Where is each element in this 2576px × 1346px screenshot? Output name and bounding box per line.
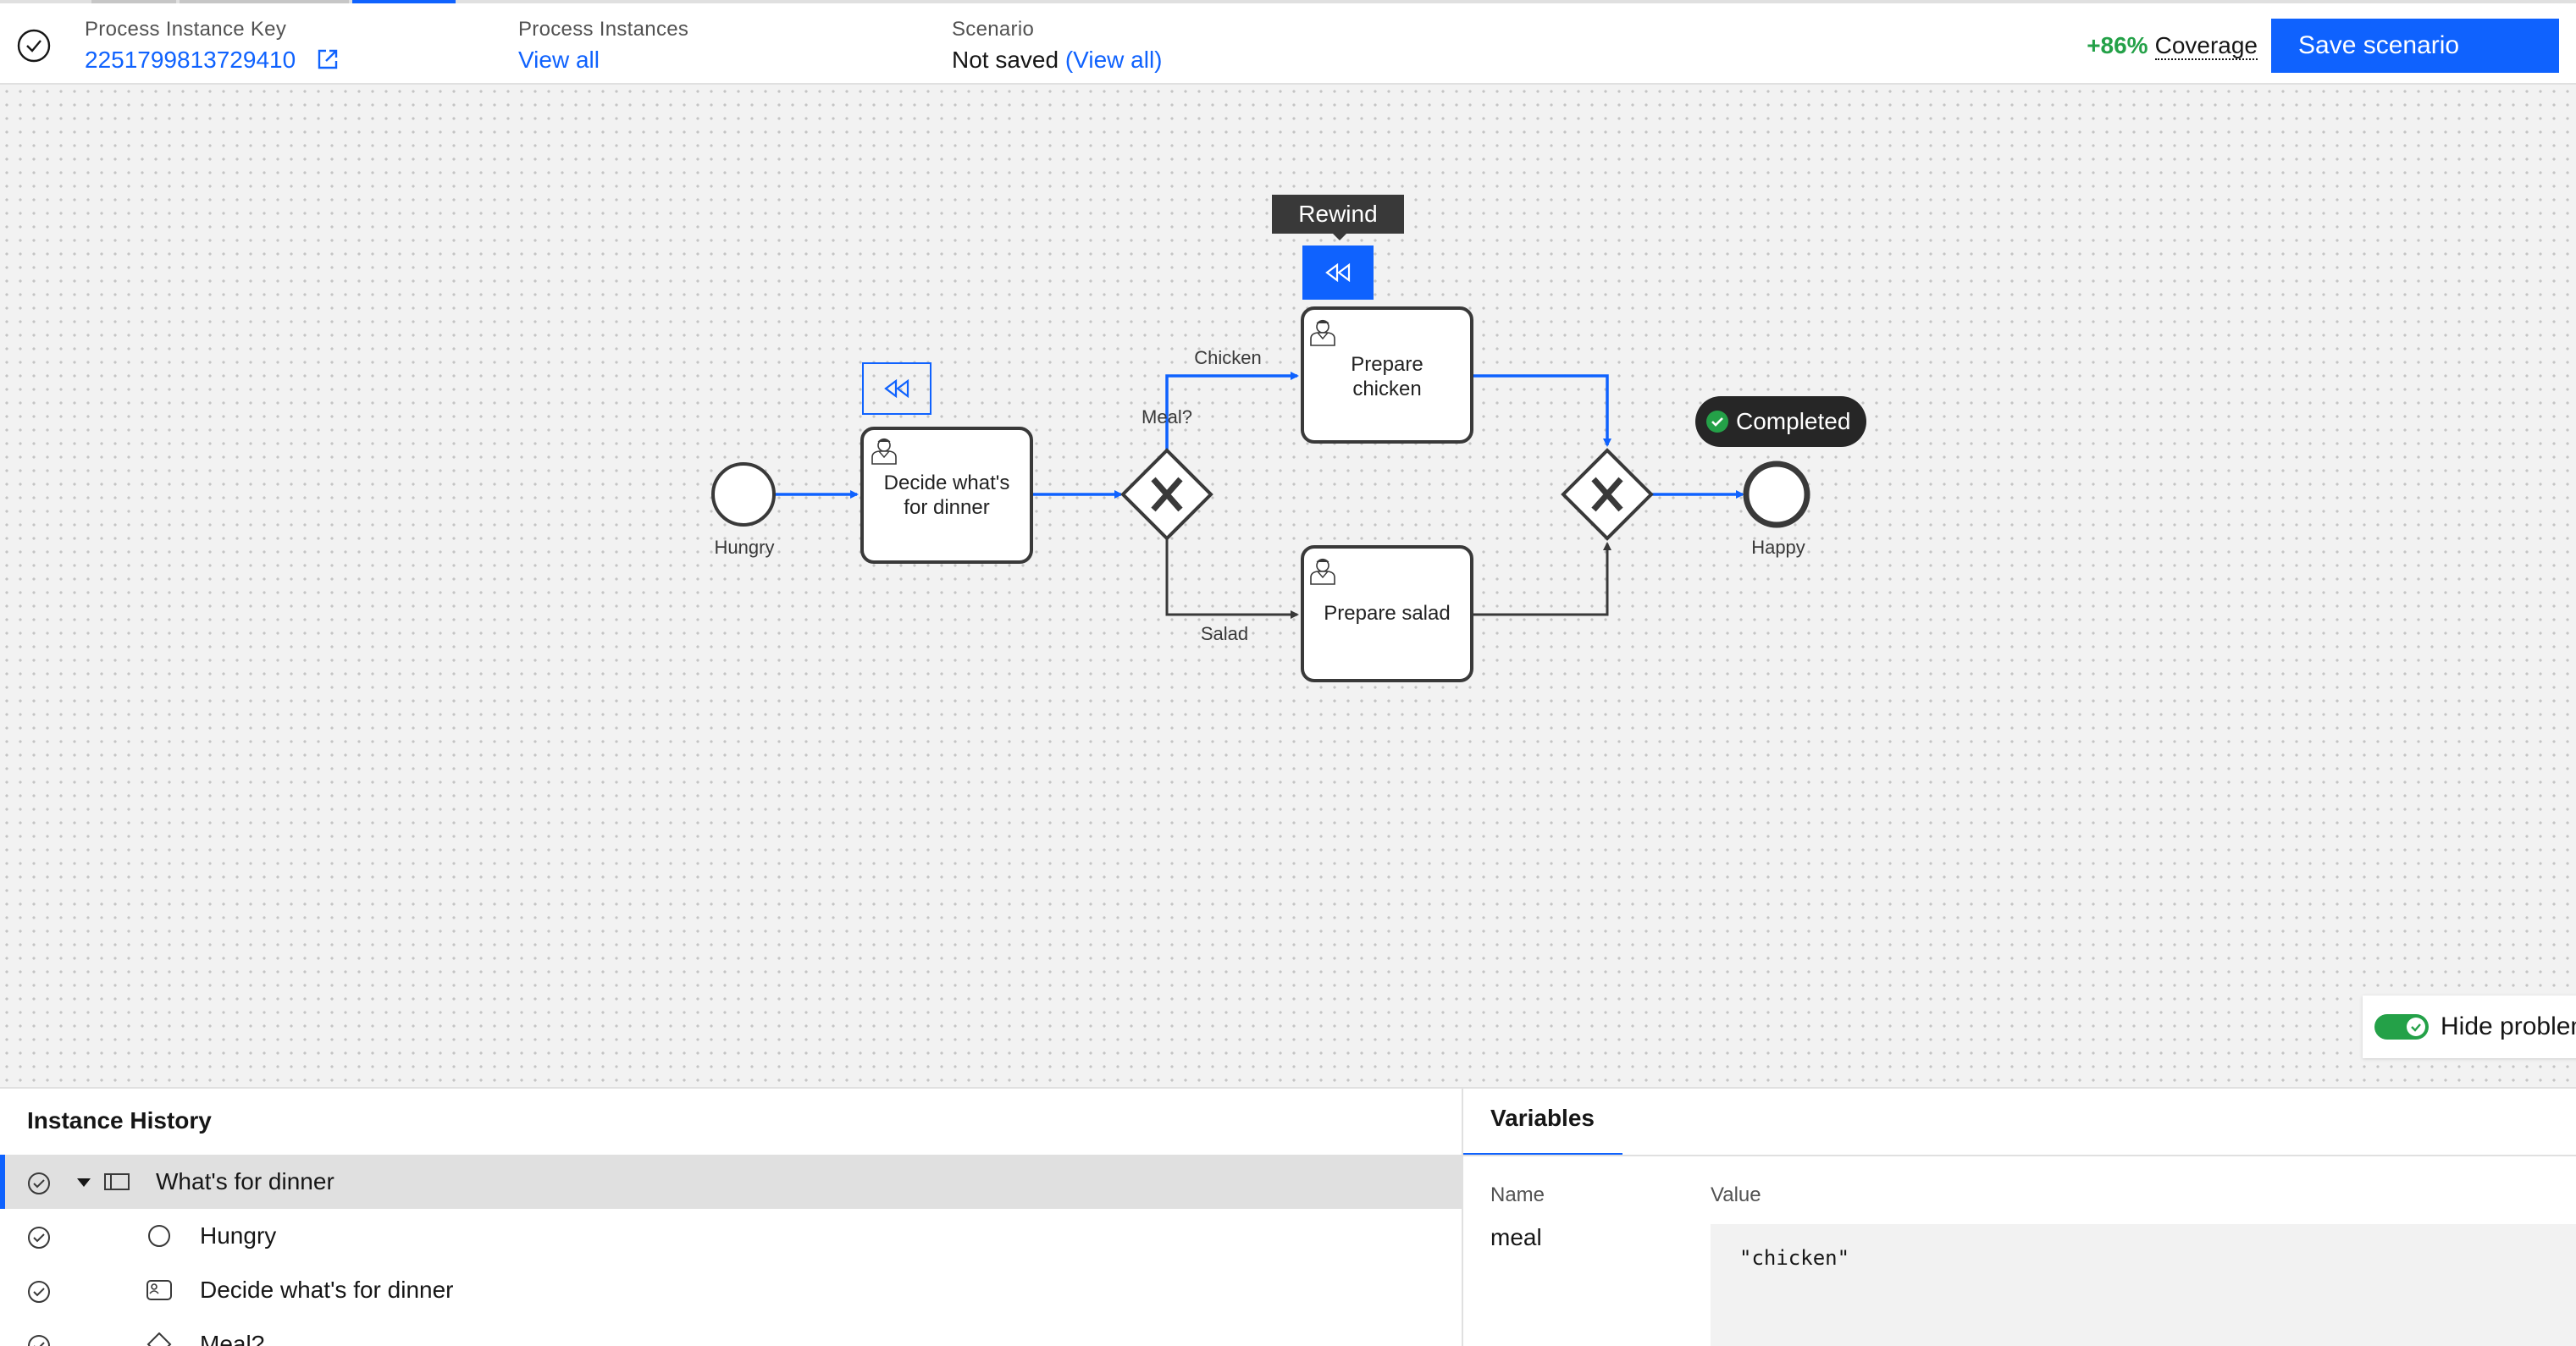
instance-history-panel: Instance History What's for dinner Hungr… xyxy=(0,1089,1463,1346)
instance-key-label: Process Instance Key xyxy=(85,18,287,41)
caret-down-icon[interactable] xyxy=(76,1177,91,1189)
flow-salad-to-join[interactable] xyxy=(1472,542,1611,616)
user-task-icon xyxy=(146,1280,172,1300)
completed-badge-label: Completed xyxy=(1736,408,1851,434)
start-event-label: Hungry xyxy=(715,537,775,558)
variable-name: meal xyxy=(1490,1224,1542,1250)
history-row-label: Hungry xyxy=(200,1222,277,1249)
success-check-icon xyxy=(1706,411,1728,433)
history-row-process[interactable]: What's for dinner xyxy=(0,1155,1462,1209)
history-row-label: What's for dinner xyxy=(156,1168,334,1194)
flow-chicken-label: Chicken xyxy=(1194,347,1261,368)
task-decide-label-line1: Decide what's xyxy=(884,472,1010,494)
hide-problems-label: Hide problems xyxy=(2441,1012,2576,1040)
rewind-button-decide[interactable] xyxy=(862,362,931,415)
start-event-hungry[interactable] xyxy=(711,462,776,527)
toggle-check-icon xyxy=(2411,1023,2421,1032)
rewind-button-chicken[interactable] xyxy=(1302,245,1374,300)
tab-variables[interactable]: Variables xyxy=(1463,1089,1622,1156)
bpmn-canvas[interactable]: Hungry Decide what's for dinner Meal? Ch… xyxy=(0,85,2576,1087)
completed-badge: Completed xyxy=(1695,396,1866,447)
rewind-icon xyxy=(884,379,909,398)
end-event-label: Happy xyxy=(1751,537,1805,558)
process-instances-block: Process Instances View all xyxy=(518,15,688,76)
scenario-status: Not saved xyxy=(952,47,1059,73)
flow-salad-label: Salad xyxy=(1201,623,1248,644)
variables-value-header: Value xyxy=(1711,1183,1761,1206)
end-event-happy[interactable] xyxy=(1743,461,1810,528)
history-row-decide[interactable]: Decide what's for dinner xyxy=(0,1263,1462,1317)
task-salad-label: Prepare salad xyxy=(1324,602,1450,625)
history-row-meal[interactable]: Meal? xyxy=(0,1317,1462,1346)
task-chicken-label-line1: Prepare xyxy=(1351,353,1423,376)
coverage-indicator[interactable]: +86% Coverage xyxy=(2087,29,2258,63)
process-instances-view-all-link[interactable]: View all xyxy=(518,44,688,76)
history-row-label: Meal? xyxy=(200,1331,265,1346)
coverage-label[interactable]: Coverage xyxy=(2154,32,2258,60)
scenario-block: Scenario Not saved (View all) xyxy=(952,15,1162,76)
flow-chicken-to-join[interactable] xyxy=(1472,374,1611,447)
process-icon xyxy=(104,1173,130,1190)
instance-key-block: Process Instance Key 2251799813729410 xyxy=(85,15,340,76)
scenario-view-all-link[interactable]: (View all) xyxy=(1065,47,1163,73)
completed-check-icon xyxy=(28,1172,50,1194)
task-decide-label-line2: for dinner xyxy=(904,496,989,519)
completed-check-icon xyxy=(17,29,51,63)
toggle-knob xyxy=(2407,1018,2425,1036)
variables-name-header: Name xyxy=(1490,1183,1545,1206)
bottom-panels: Instance History What's for dinner Hungr… xyxy=(0,1087,2576,1346)
variable-value[interactable]: "chicken" xyxy=(1711,1224,2576,1346)
hide-problems-panel: Hide problems xyxy=(2363,996,2576,1058)
tab-divider xyxy=(1463,1155,2576,1156)
history-row-hungry[interactable]: Hungry xyxy=(0,1209,1462,1263)
task-chicken-label-line2: chicken xyxy=(1352,378,1421,400)
scenario-label: Scenario xyxy=(952,18,1035,41)
flow-salad[interactable] xyxy=(1165,538,1299,619)
gateway-label: Meal? xyxy=(1142,406,1192,428)
start-event-icon xyxy=(148,1225,170,1247)
completed-check-icon xyxy=(28,1281,50,1303)
external-link-icon[interactable] xyxy=(316,47,340,71)
instance-history-title: Instance History xyxy=(27,1107,212,1134)
instance-key-link[interactable]: 2251799813729410 xyxy=(85,47,296,73)
rewind-tooltip: Rewind xyxy=(1272,195,1404,240)
bpmn-diagram: Hungry Decide what's for dinner Meal? Ch… xyxy=(711,306,1810,682)
coverage-percentage: +86% xyxy=(2087,32,2148,58)
completed-check-icon xyxy=(28,1227,50,1249)
hide-problems-toggle[interactable] xyxy=(2374,1014,2429,1040)
rewind-icon xyxy=(1325,263,1351,282)
instance-header: Process Instance Key 2251799813729410 Pr… xyxy=(0,3,2576,85)
process-instances-label: Process Instances xyxy=(518,18,689,41)
variables-panel: Variables Name Value meal "chicken" xyxy=(1463,1089,2576,1346)
save-scenario-button[interactable]: Save scenario xyxy=(2271,19,2559,73)
history-row-label: Decide what's for dinner xyxy=(200,1277,454,1303)
